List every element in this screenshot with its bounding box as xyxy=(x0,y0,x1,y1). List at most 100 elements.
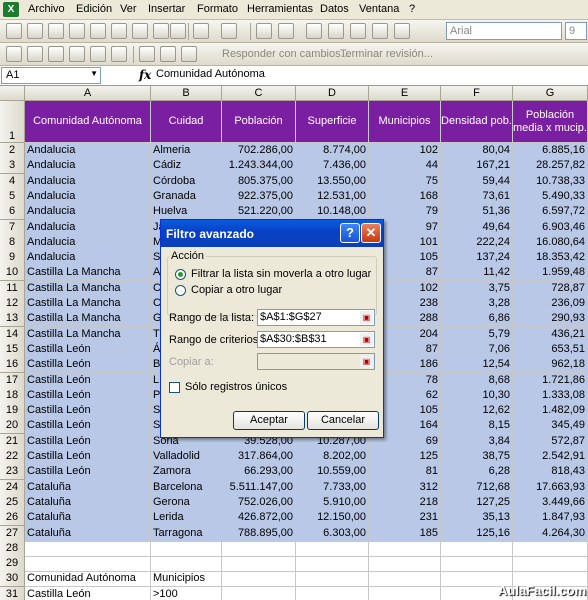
table-cell[interactable]: 6.303,00 xyxy=(296,525,369,542)
row-header[interactable]: 11 xyxy=(0,280,25,297)
table-cell[interactable]: 312 xyxy=(369,479,441,496)
table-cell[interactable]: 12.531,00 xyxy=(296,188,369,205)
table-cell[interactable]: Castilla La Mancha xyxy=(25,296,151,312)
row-header[interactable]: 27 xyxy=(0,525,25,542)
spelling-icon[interactable] xyxy=(132,23,148,39)
table-cell[interactable]: 5,79 xyxy=(441,326,513,343)
table-cell[interactable]: >100 xyxy=(151,586,222,600)
table-cell[interactable]: 8.202,00 xyxy=(296,449,369,465)
row-header[interactable]: 18 xyxy=(0,387,25,404)
table-cell[interactable]: 6,28 xyxy=(441,464,513,481)
new-icon[interactable] xyxy=(6,23,22,39)
font-name-box[interactable]: Arial xyxy=(446,22,562,40)
column-header[interactable]: G xyxy=(513,86,588,101)
table-cell[interactable]: 35,13 xyxy=(441,510,513,527)
table-cell[interactable]: 59,44 xyxy=(441,173,513,190)
permission-icon[interactable] xyxy=(69,23,85,39)
table-cell[interactable]: 28.257,82 xyxy=(513,158,588,175)
help-icon[interactable] xyxy=(394,23,410,39)
autosum-icon[interactable] xyxy=(278,23,294,39)
table-cell[interactable]: 18.353,42 xyxy=(513,250,588,267)
header-cell[interactable]: Municipios xyxy=(369,101,441,143)
fx-icon[interactable]: fx xyxy=(139,68,151,82)
close-button[interactable]: ✕ xyxy=(361,223,381,243)
table-cell[interactable]: 12.150,00 xyxy=(296,510,369,527)
table-cell[interactable]: 788.895,00 xyxy=(222,525,296,542)
table-cell[interactable]: 125 xyxy=(369,449,441,465)
row-header[interactable]: 12 xyxy=(0,296,25,312)
row-header[interactable]: 5 xyxy=(0,188,25,205)
table-cell[interactable]: Comunidad Autónoma xyxy=(25,571,151,588)
format-painter-icon[interactable] xyxy=(170,23,186,39)
table-cell[interactable]: 1.847,93 xyxy=(513,510,588,527)
table-cell[interactable]: Valladolid xyxy=(151,449,222,465)
table-cell[interactable]: Castilla León xyxy=(25,449,151,465)
column-header[interactable]: A xyxy=(25,86,151,101)
table-cell[interactable]: 6.885,16 xyxy=(513,143,588,159)
table-cell[interactable]: 49,64 xyxy=(441,219,513,236)
table-cell[interactable]: 10,30 xyxy=(441,387,513,404)
sort-ascending-icon[interactable] xyxy=(328,23,344,39)
table-cell[interactable]: 11,42 xyxy=(441,265,513,282)
table-cell[interactable] xyxy=(513,540,588,557)
menu-formato[interactable]: Formato xyxy=(197,3,238,15)
table-cell[interactable] xyxy=(296,571,369,588)
table-cell[interactable]: 73,61 xyxy=(441,188,513,205)
font-size-box[interactable]: 9 xyxy=(565,22,587,40)
table-cell[interactable]: Almeria xyxy=(151,143,222,159)
table-cell[interactable]: 653,51 xyxy=(513,341,588,358)
help-button[interactable]: ? xyxy=(340,223,360,243)
list-range-input[interactable]: $A$1:$G$27 ▣ xyxy=(257,309,375,326)
table-cell[interactable]: Cádiz xyxy=(151,158,222,175)
table-cell[interactable]: Andalucia xyxy=(25,158,151,175)
cancel-button[interactable]: Cancelar xyxy=(307,411,379,430)
table-cell[interactable]: 66.293,00 xyxy=(222,464,296,481)
table-cell[interactable]: Andalucia xyxy=(25,188,151,205)
menu-ventana[interactable]: Ventana xyxy=(359,3,399,15)
table-cell[interactable] xyxy=(25,540,151,557)
table-cell[interactable]: 167,21 xyxy=(441,158,513,175)
table-cell[interactable]: 7,06 xyxy=(441,341,513,358)
table-cell[interactable]: 436,21 xyxy=(513,326,588,343)
table-cell[interactable]: 1.482,09 xyxy=(513,403,588,420)
table-cell[interactable]: 818,43 xyxy=(513,464,588,481)
table-cell[interactable]: Cataluña xyxy=(25,510,151,527)
table-cell[interactable]: Castilla León xyxy=(25,586,151,600)
row-header[interactable]: 3 xyxy=(0,158,25,175)
table-cell[interactable]: Andalucia xyxy=(25,143,151,159)
column-header[interactable]: F xyxy=(441,86,513,101)
copy-to-location-label[interactable]: Copiar a otro lugar xyxy=(191,284,282,296)
table-cell[interactable]: Andalucia xyxy=(25,204,151,221)
table-cell[interactable]: 16.080,64 xyxy=(513,234,588,251)
table-cell[interactable] xyxy=(222,556,296,573)
table-cell[interactable]: 12,62 xyxy=(441,403,513,420)
table-cell[interactable]: 5.490,33 xyxy=(513,188,588,205)
table-cell[interactable] xyxy=(369,571,441,588)
table-cell[interactable]: 81 xyxy=(369,464,441,481)
row-header[interactable]: 26 xyxy=(0,510,25,527)
previous-comment-icon[interactable] xyxy=(27,46,43,62)
table-cell[interactable]: 102 xyxy=(369,143,441,159)
table-cell[interactable]: Castilla León xyxy=(25,357,151,374)
select-all-corner[interactable] xyxy=(0,86,25,101)
table-cell[interactable] xyxy=(369,586,441,600)
table-cell[interactable]: 127,25 xyxy=(441,494,513,511)
table-cell[interactable]: 10.738,33 xyxy=(513,173,588,190)
table-cell[interactable]: Andalucia xyxy=(25,173,151,190)
table-cell[interactable]: Cataluña xyxy=(25,525,151,542)
row-header[interactable]: 31 xyxy=(0,586,25,600)
table-cell[interactable] xyxy=(222,571,296,588)
excel-app-icon[interactable]: X xyxy=(3,2,19,17)
table-cell[interactable]: 805.375,00 xyxy=(222,173,296,190)
row-header[interactable]: 7 xyxy=(0,219,25,236)
table-cell[interactable]: Tarragona xyxy=(151,525,222,542)
table-cell[interactable]: 10.148,00 xyxy=(296,204,369,221)
row-header[interactable]: 21 xyxy=(0,433,25,450)
table-cell[interactable]: 44 xyxy=(369,158,441,175)
table-cell[interactable]: 185 xyxy=(369,525,441,542)
table-cell[interactable]: Andalucia xyxy=(25,219,151,236)
end-review-button[interactable]: Terminar revisión... xyxy=(340,48,433,60)
row-header[interactable]: 22 xyxy=(0,449,25,465)
table-cell[interactable]: 3,75 xyxy=(441,280,513,297)
row-header[interactable]: 1 xyxy=(0,101,25,143)
